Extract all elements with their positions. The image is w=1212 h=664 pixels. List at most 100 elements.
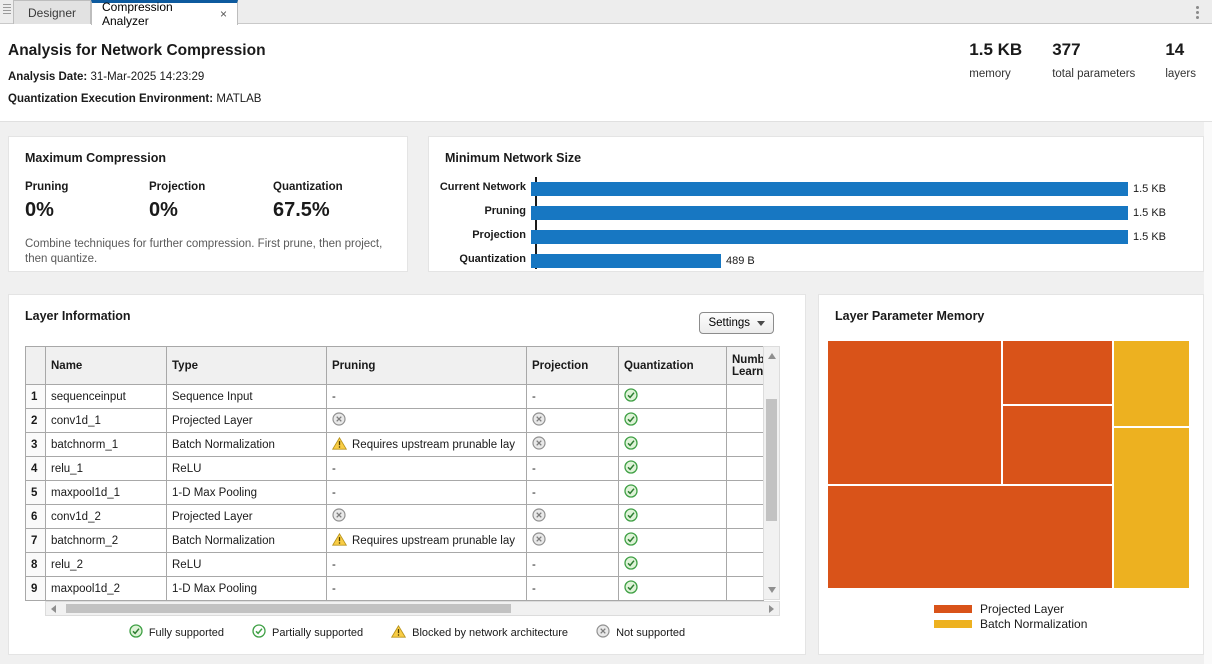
cell-pruning: - xyxy=(327,385,527,409)
legend-item: Not supported xyxy=(596,624,685,641)
check-filled-icon xyxy=(624,580,638,597)
page-title: Analysis for Network Compression xyxy=(8,42,266,60)
cell-rownum: 7 xyxy=(26,529,46,553)
cell-learnables xyxy=(727,385,764,409)
bar-value-label: 1.5 KB xyxy=(1133,207,1166,219)
tab-compression-analyzer[interactable]: Compression Analyzer × xyxy=(91,0,238,25)
vertical-scroll-thumb[interactable] xyxy=(766,399,777,521)
scroll-down-icon[interactable] xyxy=(768,587,776,593)
table-row[interactable]: 4relu_1ReLU-- xyxy=(26,457,764,481)
table-row[interactable]: 1sequenceinputSequence Input-- xyxy=(26,385,764,409)
treemap-rect-batch-normalization xyxy=(1114,428,1189,588)
table-header-row: Name Type Pruning Projection Quantizatio… xyxy=(26,347,764,385)
legend-item: Partially supported xyxy=(252,624,363,641)
bar-category-label: Pruning xyxy=(429,205,531,217)
page-scrollbar-track[interactable] xyxy=(1204,122,1212,664)
cell-rownum: 4 xyxy=(26,457,46,481)
bar-value-label: 1.5 KB xyxy=(1133,231,1166,243)
cell-learnables xyxy=(727,577,764,601)
bar xyxy=(531,254,721,268)
bar-row: Quantization489 B xyxy=(429,247,1205,271)
minimum-network-size-title: Minimum Network Size xyxy=(445,151,581,165)
treemap-legend-row: Batch Normalization xyxy=(934,616,1087,631)
check-filled-icon xyxy=(129,624,143,641)
table-vertical-scrollbar[interactable] xyxy=(763,346,780,600)
table-row[interactable]: 7batchnorm_2Batch NormalizationRequires … xyxy=(26,529,764,553)
table-row[interactable]: 8relu_2ReLU-- xyxy=(26,553,764,577)
stat-memory-value: 1.5 KB xyxy=(969,40,1022,60)
cell-projection xyxy=(527,433,619,457)
treemap-rect-projected-layer xyxy=(1003,406,1112,484)
cell-projection xyxy=(527,505,619,529)
cell-learnables xyxy=(727,529,764,553)
close-icon[interactable]: × xyxy=(220,8,227,20)
kebab-menu-icon[interactable] xyxy=(1190,3,1204,21)
cell-text: - xyxy=(532,559,536,571)
panel-layer-parameter-memory: Layer Parameter Memory Projected LayerBa… xyxy=(818,294,1204,655)
not-supported-icon xyxy=(332,412,346,429)
metric-pruning: Pruning 0% xyxy=(25,181,145,222)
settings-button[interactable]: Settings xyxy=(699,312,774,334)
cell-rownum: 1 xyxy=(26,385,46,409)
legend-item-label: Fully supported xyxy=(149,627,224,639)
summary-stats: 1.5 KB memory 377 total parameters 14 la… xyxy=(969,40,1196,80)
cell-quantization xyxy=(619,577,727,601)
col-type[interactable]: Type xyxy=(167,347,327,385)
cell-text: - xyxy=(332,559,336,571)
scroll-right-icon[interactable] xyxy=(769,605,774,613)
cell-name: conv1d_1 xyxy=(46,409,167,433)
not-supported-icon xyxy=(532,532,546,549)
not-supported-icon xyxy=(532,412,546,429)
horizontal-scroll-thumb[interactable] xyxy=(66,604,511,613)
col-quantization[interactable]: Quantization xyxy=(619,347,727,385)
bar-track: 1.5 KB xyxy=(531,180,1205,194)
table-row[interactable]: 5maxpool1d_11-D Max Pooling-- xyxy=(26,481,764,505)
cell-type: Batch Normalization xyxy=(167,529,327,553)
table-row[interactable]: 6conv1d_2Projected Layer xyxy=(26,505,764,529)
scroll-left-icon[interactable] xyxy=(51,605,56,613)
stat-layers: 14 layers xyxy=(1165,40,1196,80)
cell-projection: - xyxy=(527,457,619,481)
treemap-rect-projected-layer xyxy=(828,486,1112,588)
cell-projection: - xyxy=(527,385,619,409)
cell-learnables xyxy=(727,505,764,529)
legend-item-label: Partially supported xyxy=(272,627,363,639)
col-name[interactable]: Name xyxy=(46,347,167,385)
tab-designer[interactable]: Designer xyxy=(13,0,91,24)
cell-text: - xyxy=(532,391,536,403)
cell-name: batchnorm_2 xyxy=(46,529,167,553)
cell-quantization xyxy=(619,385,727,409)
cell-quantization xyxy=(619,457,727,481)
cell-name: conv1d_2 xyxy=(46,505,167,529)
cell-pruning: - xyxy=(327,577,527,601)
stat-total-parameters: 377 total parameters xyxy=(1052,40,1135,80)
col-pruning[interactable]: Pruning xyxy=(327,347,527,385)
table-row[interactable]: 9maxpool1d_21-D Max Pooling-- xyxy=(26,577,764,601)
cell-type: Sequence Input xyxy=(167,385,327,409)
cell-pruning xyxy=(327,505,527,529)
table-horizontal-scrollbar[interactable] xyxy=(45,601,780,616)
cell-projection xyxy=(527,529,619,553)
cell-learnables xyxy=(727,481,764,505)
treemap-legend-row: Projected Layer xyxy=(934,601,1087,616)
cell-type: ReLU xyxy=(167,553,327,577)
environment-value: MATLAB xyxy=(216,93,261,105)
cell-quantization xyxy=(619,481,727,505)
warning-icon xyxy=(391,625,406,641)
stat-memory-label: memory xyxy=(969,68,1022,80)
col-learnables[interactable]: Numb Learna xyxy=(727,347,764,385)
col-learnables-line2: Learna xyxy=(732,366,764,378)
check-outline-icon xyxy=(252,624,266,641)
scroll-up-icon[interactable] xyxy=(768,353,776,359)
table-row[interactable]: 3batchnorm_1Batch NormalizationRequires … xyxy=(26,433,764,457)
bar-row: Projection1.5 KB xyxy=(429,223,1205,247)
maximum-compression-title: Maximum Compression xyxy=(25,151,166,165)
layer-information-title: Layer Information xyxy=(25,309,131,323)
grip-icon[interactable] xyxy=(3,4,11,19)
stat-layers-label: layers xyxy=(1165,68,1196,80)
metric-projection-value: 0% xyxy=(149,199,269,222)
chevron-down-icon xyxy=(757,321,765,326)
col-projection[interactable]: Projection xyxy=(527,347,619,385)
metric-pruning-value: 0% xyxy=(25,199,145,222)
table-row[interactable]: 2conv1d_1Projected Layer xyxy=(26,409,764,433)
